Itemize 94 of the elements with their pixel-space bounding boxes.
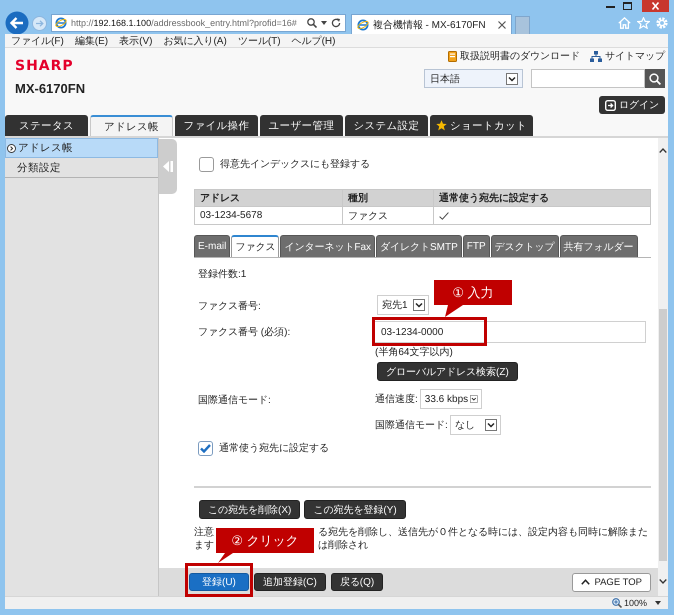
scroll-down-icon[interactable] — [659, 579, 667, 584]
sub-tab[interactable]: インターネットFax — [280, 235, 376, 257]
annotation-callout: ① 入力 — [434, 280, 512, 317]
collapse-handle[interactable] — [159, 139, 177, 194]
login-button[interactable]: ログイン — [599, 96, 665, 114]
collapse-arrow-icon — [163, 161, 173, 172]
star-icon — [436, 120, 447, 131]
highlight-frame — [185, 563, 253, 597]
nav-tab[interactable]: ショートカット — [430, 115, 533, 136]
sub-tab[interactable]: デスクトップ — [490, 235, 559, 257]
form-label: ファクス番号: — [197, 300, 262, 313]
globe-icon — [356, 18, 369, 30]
caret-icon — [506, 72, 518, 84]
search-field[interactable] — [531, 69, 645, 88]
mode-select[interactable]: なし — [450, 415, 501, 435]
fax-number-field[interactable]: 03-1234-0000 — [372, 321, 646, 343]
sidebar-item[interactable]: 分類設定 — [5, 158, 158, 178]
search-button[interactable] — [645, 69, 665, 88]
speed-select[interactable]: 33.6 kbps — [420, 389, 482, 409]
search-icon[interactable] — [306, 18, 317, 28]
nav-tab[interactable]: ファイル操作 — [175, 115, 258, 136]
checkbox[interactable] — [198, 440, 213, 456]
scroll-up-icon[interactable] — [659, 148, 667, 153]
zoom-icon — [612, 598, 622, 608]
caret-icon — [470, 393, 478, 405]
page-top-button[interactable]: PAGE TOP — [572, 572, 651, 592]
sub-tab[interactable]: FTP — [462, 235, 490, 257]
browser-tab[interactable]: 複合機情報 - MX-6170FN — [350, 14, 512, 34]
note-text: る宛先を削除し、送信先が０件となる時には、設定内容も同時に解除または削除され — [318, 526, 649, 552]
nav-tab[interactable]: ステータス — [5, 115, 88, 136]
sub-tab[interactable]: 共有フォルダー — [560, 235, 638, 257]
destination-select[interactable]: 宛先1 — [377, 295, 429, 315]
manual-download-link[interactable]: 取扱説明書のダウンロード — [448, 49, 580, 63]
note-text: ます — [194, 539, 215, 552]
annotation-callout: ② クリック — [216, 528, 314, 563]
entry-count: 登録件数:1 — [197, 269, 248, 281]
star-icon[interactable] — [637, 17, 650, 29]
nav-tab[interactable]: ユーザー管理 — [260, 115, 343, 136]
form-label: 国際通信モード: — [375, 418, 448, 432]
maximize-icon[interactable] — [623, 2, 632, 10]
brand-logo: SHARP — [15, 59, 75, 73]
address-bar[interactable]: http://192.168.1.100/addressbook_entry.html?profid=16# — [51, 14, 346, 32]
menu-item[interactable]: ヘルプ(H) — [292, 34, 336, 48]
zoom-level[interactable]: 100% — [612, 598, 647, 608]
caret-icon[interactable] — [320, 21, 327, 25]
menu-item[interactable]: ツール(T) — [238, 34, 281, 48]
sidebar-item[interactable]: アドレス帳 — [5, 138, 158, 158]
length-hint: (半角64文字以内) — [375, 347, 454, 359]
global-address-search-button[interactable]: グローバルアドレス検索(Z) — [377, 362, 518, 381]
globe-icon — [55, 17, 67, 29]
close-icon[interactable] — [498, 20, 506, 28]
arrow-in-box-icon — [605, 100, 616, 110]
nav-tab[interactable]: アドレス帳 — [90, 115, 173, 136]
return-button[interactable]: 戻る(Q) — [330, 573, 384, 591]
book-icon — [448, 50, 457, 62]
refresh-icon[interactable] — [330, 18, 341, 28]
form-label: ファクス番号 (必須): — [197, 326, 292, 339]
menu-item[interactable]: ファイル(F) — [11, 34, 64, 48]
add-register-button[interactable]: 追加登録(C) — [254, 573, 326, 591]
menu-item[interactable]: お気に入り(A) — [163, 34, 227, 48]
chevron-circle-icon — [7, 144, 16, 152]
caret-icon — [484, 419, 497, 431]
form-label: 国際通信モード: — [197, 394, 272, 407]
column-header: アドレス — [195, 190, 343, 206]
checkbox-label: 得意先インデックスにも登録する — [220, 158, 370, 171]
checkbox-label: 通常使う宛先に設定する — [219, 442, 329, 455]
close-icon[interactable] — [642, 0, 669, 12]
search-icon — [649, 72, 661, 84]
language-select[interactable]: 日本語 — [424, 69, 523, 88]
register-button[interactable]: 登録(U) — [189, 573, 249, 591]
delete-entry-button[interactable]: この宛先を削除(X) — [199, 500, 300, 519]
sitemap-icon — [590, 50, 602, 62]
sub-tab[interactable]: ダイレクトSMTP — [376, 235, 462, 257]
register-entry-button[interactable]: この宛先を登録(Y) — [304, 500, 406, 519]
menu-item[interactable]: 表示(V) — [119, 34, 152, 48]
form-label: 通信速度: — [375, 392, 418, 406]
table-cell: 03-1234-5678 — [195, 207, 343, 224]
caret-icon[interactable] — [655, 601, 661, 605]
menu-item[interactable]: 編集(E) — [74, 34, 108, 48]
scrollbar[interactable] — [658, 138, 668, 596]
column-header: 通常使う宛先に設定する — [438, 191, 550, 206]
check-icon — [200, 444, 211, 452]
note-text: 注意 — [194, 526, 215, 539]
sub-tab[interactable]: ファクス — [231, 235, 280, 257]
caret-icon — [413, 299, 425, 311]
nav-tab[interactable]: システム設定 — [345, 115, 428, 136]
checkbox[interactable] — [199, 156, 214, 172]
sitemap-link[interactable]: サイトマップ — [590, 49, 665, 63]
table-cell: ファクス — [343, 207, 434, 224]
caret-up-icon — [581, 579, 590, 585]
sub-tab[interactable]: E-mail — [194, 235, 230, 257]
model-name: MX-6170FN — [15, 82, 86, 95]
scrollbar-thumb[interactable] — [659, 309, 667, 561]
column-header: 種別 — [343, 190, 434, 206]
